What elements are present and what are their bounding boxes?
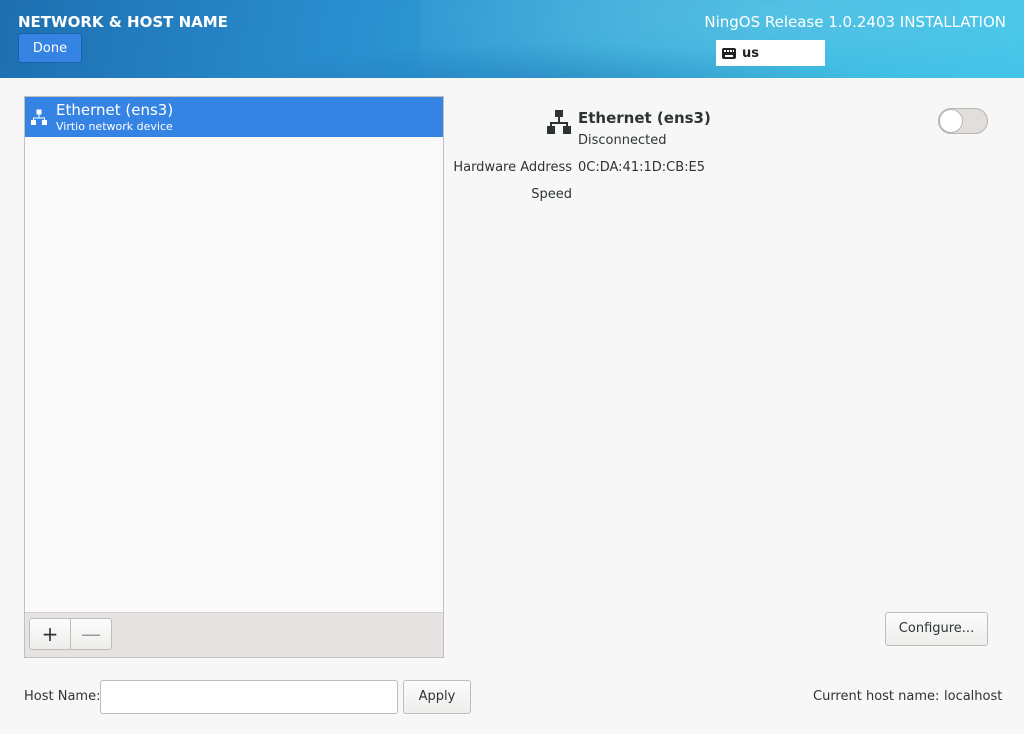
list-toolbar: + —	[25, 612, 443, 657]
configure-button[interactable]: Configure...	[885, 612, 988, 646]
device-name: Ethernet (ens3)	[56, 101, 174, 119]
keyboard-layout-indicator[interactable]: us	[716, 40, 825, 66]
header-bar: NETWORK & HOST NAME Done NingOS Release …	[0, 0, 1024, 78]
network-wired-icon	[547, 110, 571, 134]
keyboard-layout-label: us	[742, 45, 759, 61]
hardware-address-label: Hardware Address	[453, 160, 572, 175]
host-name-label: Host Name:	[24, 689, 101, 704]
network-wired-icon	[31, 109, 47, 125]
current-host-name-value: localhost	[944, 689, 1003, 704]
apply-button[interactable]: Apply	[403, 680, 471, 714]
done-button[interactable]: Done	[18, 33, 82, 63]
current-host-name-label: Current host name:	[813, 689, 940, 704]
installation-title: NingOS Release 1.0.2403 INSTALLATION	[704, 13, 1006, 31]
device-status: Disconnected	[578, 133, 667, 148]
host-name-input[interactable]	[100, 680, 398, 714]
remove-device-button[interactable]: —	[70, 618, 112, 650]
page-title: NETWORK & HOST NAME	[18, 13, 228, 31]
speed-label: Speed	[531, 187, 572, 202]
add-device-button[interactable]: +	[29, 618, 71, 650]
device-detail-name: Ethernet (ens3)	[578, 109, 711, 127]
hardware-address-value: 0C:DA:41:1D:CB:E5	[578, 160, 705, 175]
keyboard-icon	[722, 47, 736, 59]
network-device-list: Ethernet (ens3) Virtio network device + …	[24, 96, 444, 658]
device-enable-toggle[interactable]	[938, 108, 988, 134]
toggle-knob	[939, 109, 963, 133]
device-description: Virtio network device	[56, 120, 173, 133]
list-item[interactable]: Ethernet (ens3) Virtio network device	[25, 97, 443, 137]
